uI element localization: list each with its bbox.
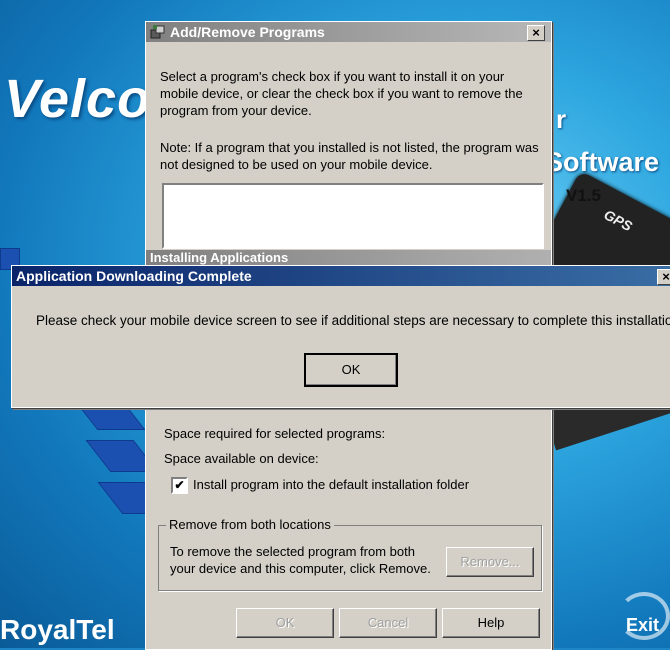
download-dialog-message: Please check your mobile device screen t… — [36, 313, 670, 328]
splash-title-fragment: r — [556, 104, 567, 134]
ok-button[interactable]: OK — [236, 608, 334, 638]
download-dialog-titlebar[interactable]: Application Downloading Complete × — [12, 266, 670, 286]
add-remove-title: Add/Remove Programs — [170, 24, 325, 40]
splash-software-text: Software — [545, 147, 660, 177]
splash-version-text: V1.5 — [566, 186, 601, 205]
help-button[interactable]: Help — [442, 608, 540, 638]
gps-device-label: GPS — [601, 206, 636, 235]
programs-icon — [150, 24, 166, 40]
install-default-folder-checkbox[interactable]: ✔ — [171, 477, 188, 494]
cancel-button[interactable]: Cancel — [339, 608, 437, 638]
remove-button[interactable]: Remove... — [446, 547, 534, 577]
brand-logo-text: RoyalTel — [0, 614, 115, 645]
add-remove-titlebar[interactable]: Add/Remove Programs × — [146, 22, 551, 42]
remove-groupbox-label: Remove from both locations — [166, 517, 334, 532]
space-required-label: Space required for selected programs: — [164, 426, 386, 441]
install-default-folder-label: Install program into the default install… — [193, 477, 470, 492]
exit-button[interactable]: Exit — [626, 615, 659, 636]
close-icon[interactable]: × — [527, 25, 545, 41]
close-icon[interactable]: × — [657, 269, 670, 285]
space-available-label: Space available on device: — [164, 451, 319, 466]
download-dialog-title: Application Downloading Complete — [16, 268, 252, 284]
note-text: Note: If a program that you installed is… — [160, 140, 539, 172]
program-list[interactable] — [162, 183, 544, 249]
remove-instructions-text: To remove the selected program from both… — [170, 544, 431, 576]
download-complete-dialog: Application Downloading Complete × Pleas… — [11, 265, 670, 408]
instructions-text: Select a program's check box if you want… — [160, 69, 523, 118]
dialog-ok-button[interactable]: OK — [304, 353, 398, 387]
